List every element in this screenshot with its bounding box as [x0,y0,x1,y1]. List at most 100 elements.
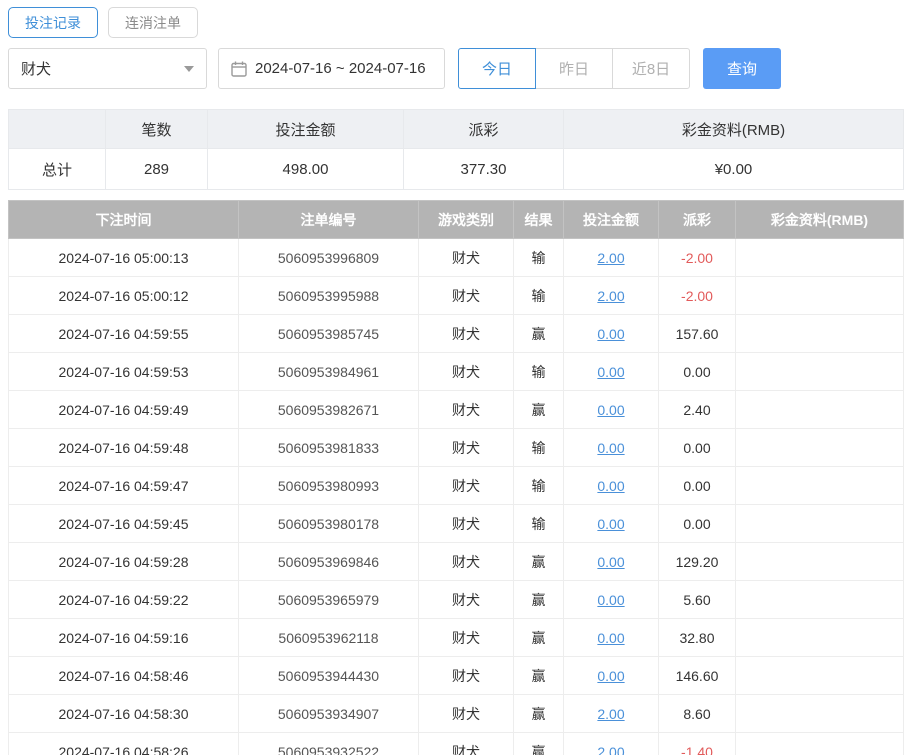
cell-result: 赢 [513,390,564,429]
table-row: 2024-07-16 04:58:26 5060953932522 财犬 赢 2… [8,732,904,755]
tab-betting-records[interactable]: 投注记录 [8,7,98,38]
cell-game-type: 财犬 [418,428,514,467]
table-row: 2024-07-16 05:00:12 5060953995988 财犬 输 2… [8,276,904,315]
cell-bonus [735,238,904,277]
cell-bet-amount: 0.00 [563,352,659,391]
cell-payout: 129.20 [658,542,736,581]
cell-result: 赢 [513,694,564,733]
summary-header-count: 笔数 [105,109,208,149]
table-row: 2024-07-16 04:59:45 5060953980178 财犬 输 0… [8,504,904,543]
cell-order-id: 5060953996809 [238,238,419,277]
bet-amount-link[interactable]: 0.00 [597,630,624,646]
cell-result: 输 [513,428,564,467]
bet-amount-link[interactable]: 2.00 [597,744,624,755]
bet-amount-link[interactable]: 0.00 [597,668,624,684]
last-8-days-button[interactable]: 近8日 [612,48,690,89]
yesterday-button[interactable]: 昨日 [535,48,613,89]
summary-total-label: 总计 [8,148,106,190]
cell-bonus [735,542,904,581]
summary-total-row: 总计 289 498.00 377.30 ¥0.00 [8,148,904,190]
summary-total-count: 289 [105,148,208,190]
bet-amount-link[interactable]: 0.00 [597,554,624,570]
bet-amount-link[interactable]: 0.00 [597,478,624,494]
cell-game-type: 财犬 [418,656,514,695]
cell-game-type: 财犬 [418,466,514,505]
summary-header-bonus: 彩金资料(RMB) [563,109,904,149]
bet-amount-link[interactable]: 0.00 [597,364,624,380]
filter-bar: 财犬 2024-07-16 ~ 2024-07-16 今日 昨日 近8日 查询 [8,48,903,89]
cell-result: 输 [513,238,564,277]
cell-bonus [735,352,904,391]
cell-payout: 5.60 [658,580,736,619]
cell-result: 赢 [513,580,564,619]
cell-bet-time: 2024-07-16 04:59:47 [8,466,239,505]
game-select[interactable]: 财犬 [8,48,207,89]
summary-table: 笔数 投注金额 派彩 彩金资料(RMB) 总计 289 498.00 377.3… [8,109,904,190]
cell-bet-time: 2024-07-16 04:58:26 [8,732,239,755]
cell-result: 输 [513,504,564,543]
bet-amount-link[interactable]: 0.00 [597,402,624,418]
cell-result: 赢 [513,618,564,657]
cell-payout: 0.00 [658,428,736,467]
cell-bet-amount: 2.00 [563,276,659,315]
bet-amount-link[interactable]: 2.00 [597,706,624,722]
cell-payout: -2.00 [658,276,736,315]
cell-bonus [735,504,904,543]
bet-table-header-row: 下注时间 注单编号 游戏类别 结果 投注金额 派彩 彩金资料(RMB) [8,200,904,239]
cell-bonus [735,466,904,505]
table-row: 2024-07-16 04:59:22 5060953965979 财犬 赢 0… [8,580,904,619]
bet-amount-link[interactable]: 0.00 [597,592,624,608]
cell-bet-amount: 0.00 [563,656,659,695]
date-range-picker[interactable]: 2024-07-16 ~ 2024-07-16 [218,48,445,89]
bet-table-body: 2024-07-16 05:00:13 5060953996809 财犬 输 2… [8,238,904,755]
summary-total-payout: 377.30 [403,148,564,190]
cell-bet-time: 2024-07-16 04:58:46 [8,656,239,695]
header-bet-amount: 投注金额 [563,200,659,239]
cell-order-id: 5060953965979 [238,580,419,619]
cell-payout: 32.80 [658,618,736,657]
cell-order-id: 5060953984961 [238,352,419,391]
cell-result: 输 [513,352,564,391]
cell-payout: 2.40 [658,390,736,429]
top-tabs: 投注记录 连消注单 [8,7,903,38]
today-button[interactable]: 今日 [458,48,536,89]
cell-bet-amount: 0.00 [563,390,659,429]
cell-bet-time: 2024-07-16 04:58:30 [8,694,239,733]
summary-header-payout: 派彩 [403,109,564,149]
cell-bonus [735,276,904,315]
bet-amount-link[interactable]: 2.00 [597,250,624,266]
summary-total-bet-amount: 498.00 [207,148,404,190]
header-bet-time: 下注时间 [8,200,239,239]
cell-bet-amount: 0.00 [563,618,659,657]
header-bonus: 彩金资料(RMB) [735,200,904,239]
cell-order-id: 5060953962118 [238,618,419,657]
bet-amount-link[interactable]: 0.00 [597,516,624,532]
quick-date-button-group: 今日 昨日 近8日 [458,48,690,89]
chevron-down-icon [184,65,194,72]
summary-total-bonus: ¥0.00 [563,148,904,190]
table-row: 2024-07-16 04:59:28 5060953969846 财犬 赢 0… [8,542,904,581]
cell-bonus [735,390,904,429]
cell-bet-amount: 0.00 [563,314,659,353]
cell-game-type: 财犬 [418,276,514,315]
table-row: 2024-07-16 05:00:13 5060953996809 财犬 输 2… [8,238,904,277]
cell-order-id: 5060953944430 [238,656,419,695]
search-button[interactable]: 查询 [703,48,781,89]
bet-amount-link[interactable]: 0.00 [597,326,624,342]
calendar-icon [231,61,247,77]
cell-bet-time: 2024-07-16 04:59:16 [8,618,239,657]
cell-bet-amount: 0.00 [563,428,659,467]
cell-payout: 146.60 [658,656,736,695]
cell-bonus [735,580,904,619]
tab-cancelled-orders[interactable]: 连消注单 [108,7,198,38]
cell-bet-time: 2024-07-16 04:59:53 [8,352,239,391]
bet-amount-link[interactable]: 2.00 [597,288,624,304]
cell-order-id: 5060953981833 [238,428,419,467]
header-order-id: 注单编号 [238,200,419,239]
cell-bet-time: 2024-07-16 04:59:28 [8,542,239,581]
cell-game-type: 财犬 [418,352,514,391]
cell-bet-time: 2024-07-16 04:59:48 [8,428,239,467]
bet-amount-link[interactable]: 0.00 [597,440,624,456]
cell-game-type: 财犬 [418,694,514,733]
cell-bet-amount: 2.00 [563,694,659,733]
